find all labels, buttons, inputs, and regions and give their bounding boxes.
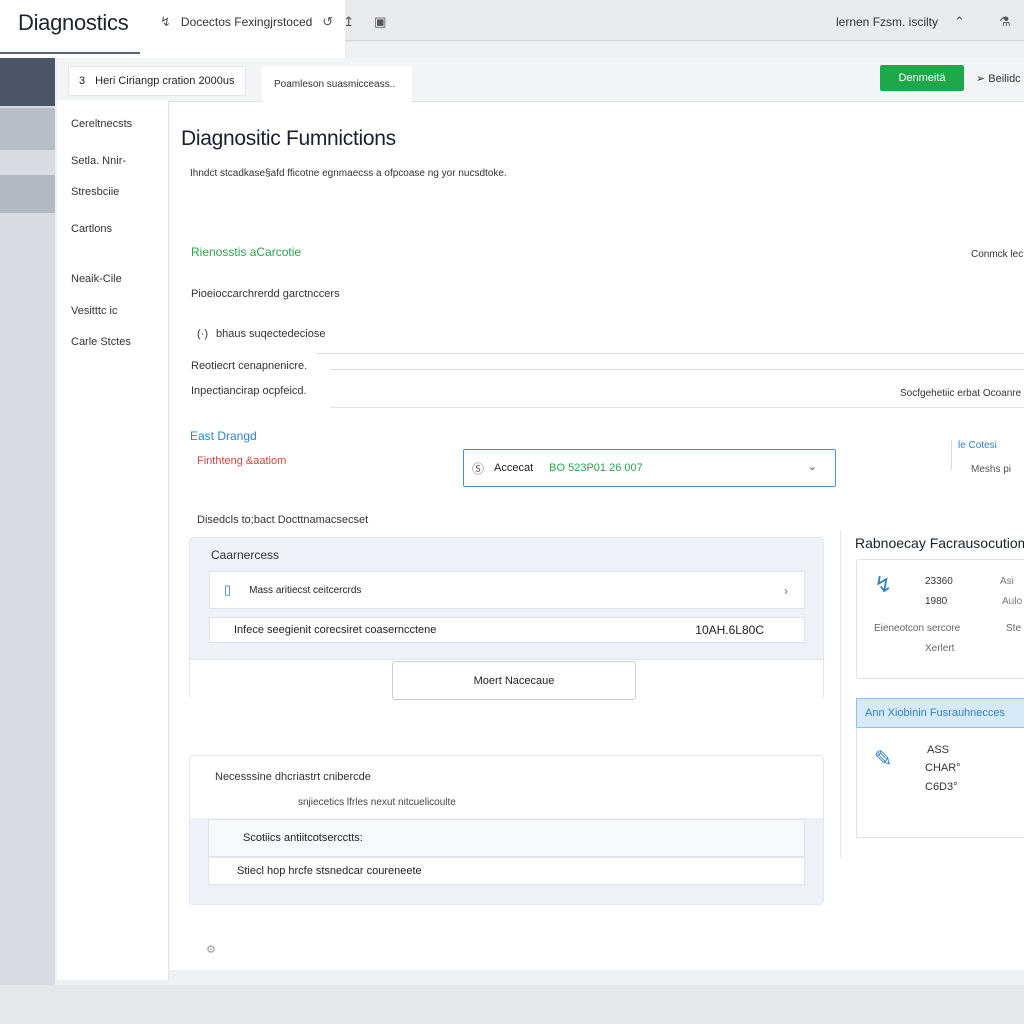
card-title: Necesssine dhcriastrt cnibercde: [215, 771, 371, 783]
breadcrumb: ↯ Docectos Fexingjrstoced ↺ ↥ ▣: [160, 14, 386, 30]
sidebar-item[interactable]: Cartlons: [71, 223, 112, 235]
top-right-label[interactable]: lernen Fzsm. iscilty: [836, 15, 938, 29]
tab-icon: 3: [79, 75, 86, 87]
divider: [316, 353, 1024, 354]
section-heading: Rienosstis aCarcotie: [191, 245, 302, 259]
chevron-right-icon: ›: [784, 584, 788, 598]
list-item[interactable]: Infece seegienit corecsiret coasernccten…: [209, 617, 805, 643]
rail-item-active[interactable]: [0, 58, 55, 106]
field-label: Pioeioccarchrerdd garctnccers: [191, 288, 340, 300]
info-value: 1980: [925, 596, 948, 607]
sidebar-item[interactable]: Vesitttc ic: [71, 305, 117, 317]
arrow-right-icon: ➢: [976, 73, 986, 85]
card-title: Caarnercess: [211, 548, 280, 562]
select-label: Accecat: [494, 462, 534, 474]
page-title: Diagnositic Fumnictions: [181, 127, 396, 150]
window-icon[interactable]: ▣: [374, 14, 386, 30]
chevron-up-icon[interactable]: ⌃: [954, 14, 965, 30]
right-link[interactable]: le Cotesi: [958, 440, 997, 451]
field-label: Disedcls to;bact Docttnamacsecset: [197, 514, 369, 526]
list-item-label: Infece seegienit corecsiret coasernccten…: [234, 624, 437, 636]
chevron-down-icon: ⌄: [807, 461, 817, 473]
share-icon[interactable]: ↥: [343, 14, 354, 30]
tool-icon: ✎: [874, 746, 893, 771]
next-label: Beilidc: [988, 73, 1021, 85]
link-icon[interactable]: ↯: [160, 14, 171, 30]
info-label: Xerlert: [925, 643, 955, 654]
list-item-label: Mass aritiecst ceitcercrds: [249, 584, 362, 596]
option-label: bhaus suqectedeciose: [216, 328, 326, 340]
right-link[interactable]: Conmck lec: [971, 249, 1023, 260]
option-row[interactable]: (·) bhaus suqectedeciose: [197, 328, 325, 340]
field-label: Reotiecrt cenapnenicre.: [191, 360, 308, 372]
sidebar-item[interactable]: Stresbciie: [71, 186, 119, 198]
info-value: 23360: [925, 576, 953, 587]
sidebar-item[interactable]: Setla. Nnir-: [71, 155, 126, 167]
right-link[interactable]: Socfgehetiic erbat Ocoanre: [900, 388, 1021, 399]
info-label: Ste: [1006, 623, 1022, 634]
info-card-header[interactable]: Ann Xiobinin Fusrauhnecces: [856, 698, 1024, 728]
page-subtitle: Ihndct stcadkase§afd fficotne egnmaecss …: [190, 168, 507, 179]
rail-item[interactable]: [0, 175, 55, 213]
tab-overview[interactable]: 3 Heri Ciriangp cration 2000us: [68, 66, 246, 96]
top-divider: [345, 40, 1024, 41]
phone-icon: ▯: [224, 582, 232, 597]
breadcrumb-label[interactable]: Docectos Fexingjrstoced: [181, 15, 312, 29]
wrench-icon: ↯: [874, 572, 893, 597]
info-value: C6D3°: [925, 781, 958, 793]
info-label: Eieneotcon sercore: [874, 623, 961, 634]
list-item[interactable]: ▯ Mass aritiecst ceitcercrds ›: [209, 571, 805, 609]
list-item[interactable]: Scotiics antiitcotsercctts:: [208, 819, 805, 857]
divider: [951, 440, 952, 470]
bell-icon[interactable]: ⚗: [999, 14, 1011, 30]
settings-icon[interactable]: ⚙: [206, 943, 216, 956]
divider: [330, 369, 1024, 370]
tab-label: Poamleson suasmicceass..: [274, 78, 396, 90]
refresh-icon[interactable]: ↺: [322, 14, 333, 30]
right-text: Meshs pi: [971, 464, 1012, 475]
next-link[interactable]: ➢ Beilidc: [976, 72, 1021, 85]
select-icon: Ⓢ: [472, 461, 485, 476]
info-value: CHAR°: [925, 762, 961, 774]
primary-button[interactable]: Denmeitä: [880, 65, 964, 91]
sidebar-item[interactable]: Carle Stctes: [71, 336, 131, 348]
info-value: ASS: [927, 744, 950, 756]
tab-label: Heri Ciriangp cration 2000us: [95, 75, 235, 87]
sidebar-item[interactable]: Cereltnecsts: [71, 118, 132, 130]
field-label: Inpectiancirap ocpfeicd.: [191, 385, 307, 397]
info-label: Aulo: [1002, 596, 1023, 607]
app-title: Diagnostics: [18, 10, 129, 35]
right-panel-title: Rabnoecay Facrausocutiom: [855, 535, 1024, 551]
sidebar-item[interactable]: Neaik-Cile: [71, 273, 122, 285]
device-icon: (·): [197, 328, 208, 340]
list-item-value: 10AH.6L80C: [695, 623, 764, 637]
top-right-tools: lernen Fzsm. iscilty ⌃ ⚗: [836, 14, 1011, 30]
more-button[interactable]: Moert Nacecaue: [392, 661, 636, 700]
title-underline: [0, 52, 140, 54]
account-select[interactable]: Ⓢ Accecat BO 523P01 26 007 ⌄: [463, 449, 836, 487]
divider: [330, 407, 1024, 408]
info-label: Asi: [1000, 576, 1014, 587]
tab-second[interactable]: Poamleson suasmicceass..: [262, 66, 412, 102]
list-item[interactable]: Stiecl hop hrcfe stsnedcar coureneete: [208, 857, 805, 885]
section-heading: East Drangd: [190, 429, 257, 443]
rail-item[interactable]: [0, 108, 55, 150]
sidebar: Cereltnecsts Setla. Nnir- Stresbciie Car…: [57, 100, 169, 980]
warning-label: Finthteng &aatiom: [197, 455, 287, 467]
status-bar: [0, 985, 1024, 1024]
card-subtitle: snjiecetics lfrles nexut nitcuelicoulte: [298, 797, 456, 808]
select-value: BO 523P01 26 007: [549, 462, 643, 474]
